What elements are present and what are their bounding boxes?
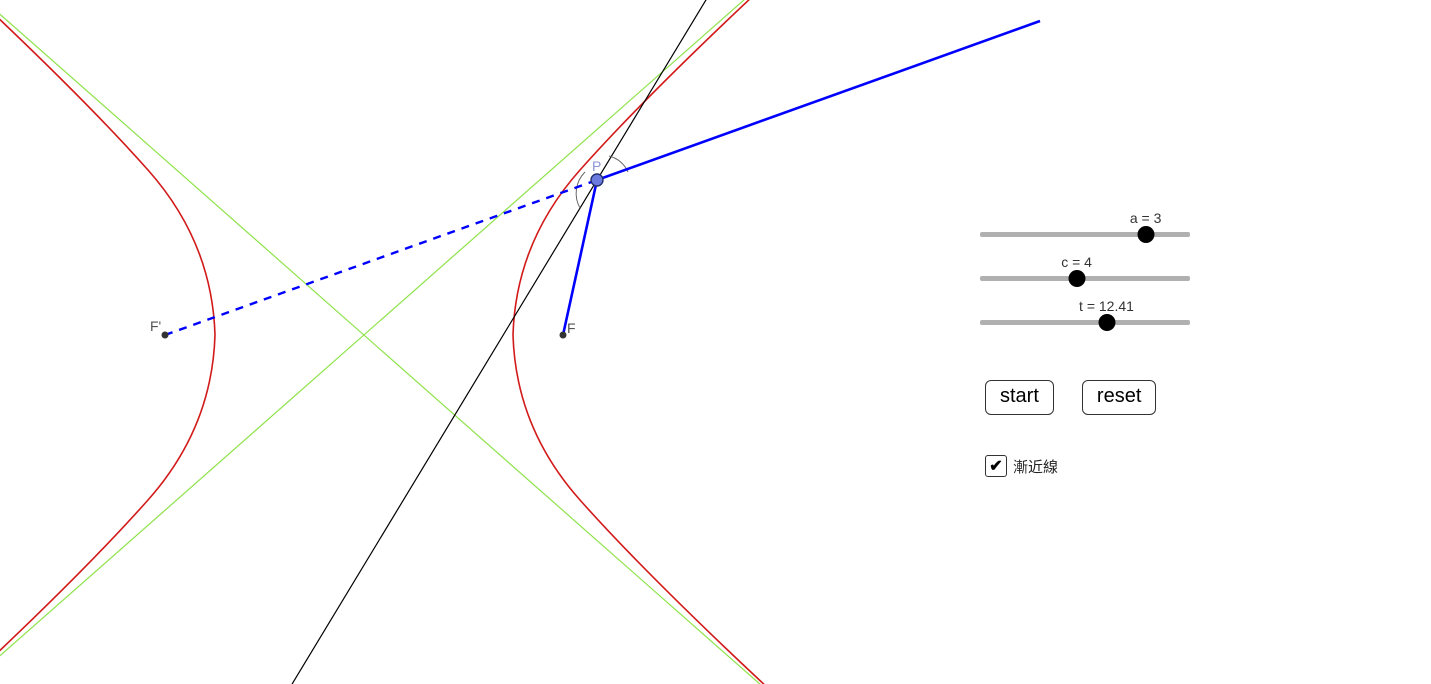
slider-a[interactable]: a = 3 <box>980 210 1210 254</box>
slider-a-label: a = 3 <box>1130 210 1162 226</box>
asymptote-checkbox-row: ✔ 漸近線 <box>985 455 1058 477</box>
slider-t[interactable]: t = 12.41 <box>980 298 1210 342</box>
asymptote-checkbox-label: 漸近線 <box>1013 456 1058 477</box>
slider-panel: a = 3 c = 4 t = 12.41 <box>980 210 1210 342</box>
slider-t-handle[interactable] <box>1098 314 1115 331</box>
point-f[interactable] <box>560 332 567 339</box>
line-fprime-p-dashed <box>165 180 597 335</box>
slider-c[interactable]: c = 4 <box>980 254 1210 298</box>
point-p[interactable] <box>591 174 603 186</box>
tangent-line <box>234 0 810 684</box>
line-p-f <box>563 180 597 335</box>
slider-c-label: c = 4 <box>1061 254 1092 270</box>
slider-t-label: t = 12.41 <box>1079 298 1134 314</box>
start-button[interactable]: start <box>985 380 1054 415</box>
label-p: P <box>592 158 601 174</box>
label-f: F <box>567 320 576 336</box>
asymptote-line-2 <box>0 0 1200 684</box>
line-p-extension <box>597 21 1040 180</box>
label-f-prime: F' <box>150 318 161 334</box>
hyperbola-left <box>0 0 215 684</box>
point-f-prime[interactable] <box>162 332 169 339</box>
slider-a-handle[interactable] <box>1137 226 1154 243</box>
geometry-canvas[interactable] <box>0 0 1431 684</box>
button-row: start reset <box>985 380 1156 415</box>
reset-button[interactable]: reset <box>1082 380 1156 415</box>
slider-c-handle[interactable] <box>1068 270 1085 287</box>
slider-t-track[interactable] <box>980 320 1190 325</box>
slider-a-track[interactable] <box>980 232 1190 237</box>
asymptote-checkbox[interactable]: ✔ <box>985 455 1007 477</box>
asymptote-line-1 <box>0 0 1200 684</box>
hyperbola-right <box>513 0 900 684</box>
